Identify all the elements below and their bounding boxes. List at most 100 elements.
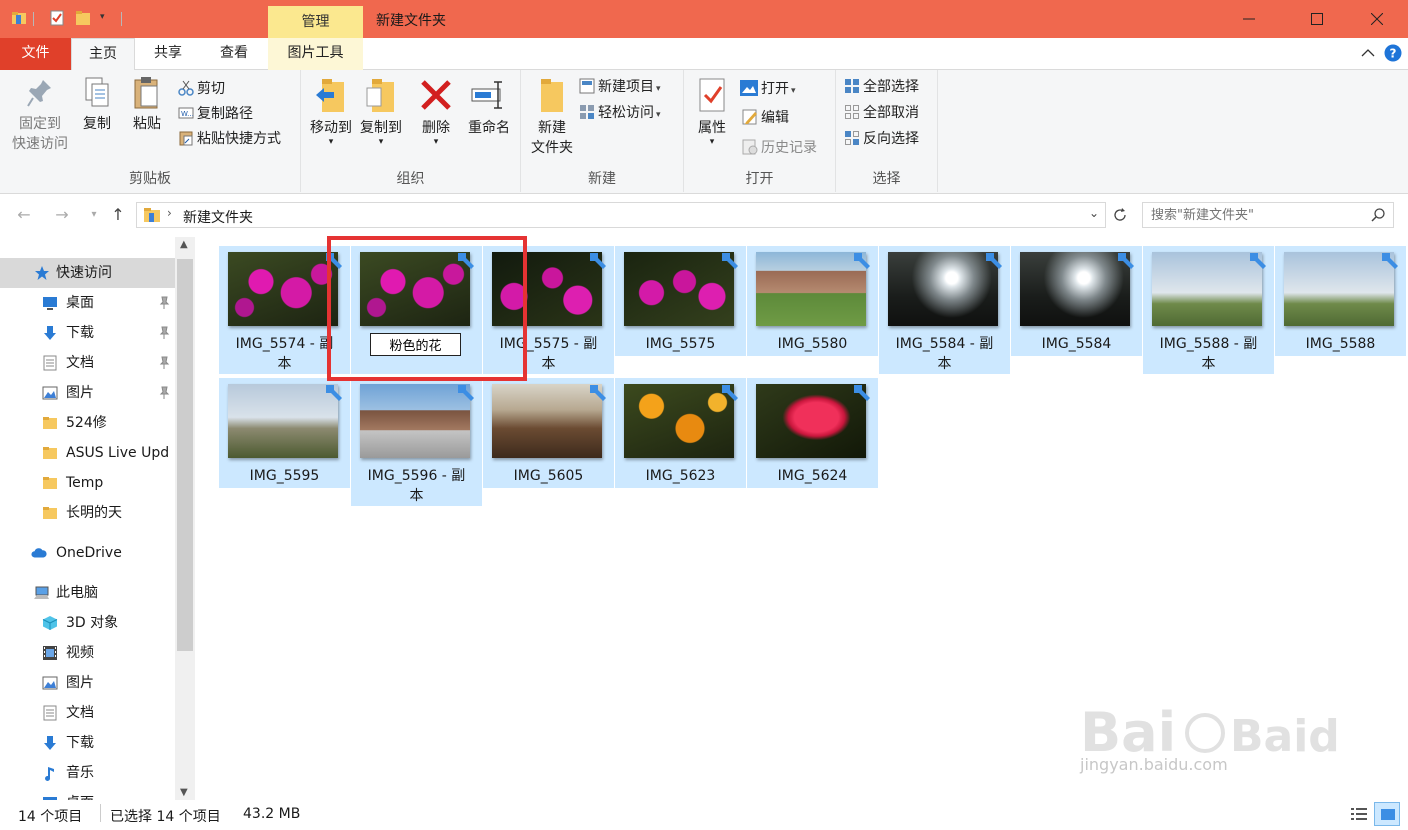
cut-button[interactable]: 剪切 xyxy=(178,78,225,100)
file-tile[interactable]: IMG_5596 - 副本 xyxy=(351,378,482,506)
open-button[interactable]: 打开 ▾ xyxy=(740,78,796,100)
back-arrow-icon[interactable]: ← xyxy=(14,205,34,225)
search-icon[interactable] xyxy=(1371,208,1385,222)
tab-file[interactable]: 文件 xyxy=(0,38,71,70)
file-tile[interactable]: IMG_5588 xyxy=(1275,246,1406,356)
address-dropdown-icon[interactable]: ⌄ xyxy=(1089,206,1099,220)
rename-button[interactable]: 重命名 xyxy=(463,76,515,138)
copy-path-label: 复制路径 xyxy=(197,106,253,122)
file-tile[interactable]: IMG_5584 - 副本 xyxy=(879,246,1010,374)
breadcrumb-current[interactable]: 新建文件夹 xyxy=(183,207,253,227)
group-label-select: 选择 xyxy=(872,171,901,187)
copy-button[interactable]: 复制 xyxy=(76,76,118,134)
scroll-up-icon[interactable]: ▲ xyxy=(180,239,188,250)
3d-objects-icon xyxy=(42,616,58,630)
nav-item-desktop[interactable]: 桌面 xyxy=(0,788,175,800)
nav-item-folder[interactable]: 长明的天 xyxy=(0,498,175,528)
new-item-button[interactable]: 新建项目 ▾ xyxy=(579,76,661,98)
easy-access-icon xyxy=(580,105,594,119)
nav-onedrive[interactable]: OneDrive xyxy=(0,538,175,568)
svg-text:?: ? xyxy=(1390,47,1397,61)
nav-item-pictures[interactable]: 图片 xyxy=(0,668,175,698)
large-icons-view-icon[interactable] xyxy=(1374,802,1400,826)
recent-locations-icon[interactable]: ▾ xyxy=(84,205,104,225)
paste-button[interactable]: 粘贴 xyxy=(126,76,168,134)
file-tile[interactable]: IMG_5584 xyxy=(1011,246,1142,356)
file-tile[interactable]: IMG_5580 xyxy=(747,246,878,356)
nav-item-documents[interactable]: 文档 xyxy=(0,698,175,728)
nav-item-video[interactable]: 视频 xyxy=(0,638,175,668)
file-tile[interactable]: IMG_5588 - 副本 xyxy=(1143,246,1274,374)
nav-item-downloads[interactable]: 下载 xyxy=(0,728,175,758)
context-tab-manage[interactable]: 管理 xyxy=(268,6,363,38)
scrollbar-thumb[interactable] xyxy=(177,259,193,651)
computer-icon xyxy=(34,586,49,599)
minimize-button[interactable] xyxy=(1226,0,1272,38)
nav-item-downloads[interactable]: 下载 xyxy=(0,318,175,348)
file-tile[interactable]: IMG_5624 xyxy=(747,378,878,488)
tab-view[interactable]: 查看 xyxy=(201,38,267,70)
file-tile[interactable]: IMG_5595 xyxy=(219,378,350,488)
move-to-caret-icon: ▾ xyxy=(328,137,334,147)
nav-item-folder[interactable]: 524修 xyxy=(0,408,175,438)
help-icon[interactable]: ? xyxy=(1384,44,1402,62)
search-box[interactable] xyxy=(1142,202,1394,228)
forward-arrow-icon[interactable]: → xyxy=(52,205,72,225)
details-view-icon[interactable] xyxy=(1350,806,1368,826)
edit-button[interactable]: 编辑 xyxy=(742,107,789,129)
nav-scrollbar[interactable]: ▲ ▼ xyxy=(175,237,195,800)
address-bar[interactable]: › 新建文件夹 ⌄ xyxy=(136,202,1106,228)
nav-item-label: 长明的天 xyxy=(66,505,122,521)
selected-badge-icon xyxy=(326,385,342,401)
tab-picture-tools[interactable]: 图片工具 xyxy=(268,38,363,70)
tab-home[interactable]: 主页 xyxy=(71,38,135,71)
svg-text:Baidu经验: Baidu经验 xyxy=(1230,711,1340,762)
history-button[interactable]: 历史记录 xyxy=(742,137,817,159)
nav-this-pc[interactable]: 此电脑 xyxy=(0,578,175,608)
file-tile[interactable]: IMG_5575 xyxy=(615,246,746,356)
scroll-down-icon[interactable]: ▼ xyxy=(180,787,188,798)
pin-icon xyxy=(159,386,170,399)
close-button[interactable] xyxy=(1354,0,1400,38)
file-tile[interactable]: IMG_5605 xyxy=(483,378,614,488)
search-input[interactable] xyxy=(1151,206,1371,224)
document-icon xyxy=(43,705,57,721)
nav-item-3d-objects[interactable]: 3D 对象 xyxy=(0,608,175,638)
pin-to-quick-access-button[interactable]: 固定到 快速访问 xyxy=(8,76,72,154)
select-all-button[interactable]: 全部选择 xyxy=(844,76,919,98)
delete-button[interactable]: 删除 ▾ xyxy=(415,76,457,147)
pin-icon xyxy=(159,356,170,369)
ribbon: 固定到 快速访问 复制 粘贴 剪切 W... 复制路径 粘贴快捷方式 剪贴板 移… xyxy=(0,70,1408,194)
nav-item-desktop[interactable]: 桌面 xyxy=(0,288,175,318)
up-arrow-icon[interactable]: ↑ xyxy=(108,205,128,225)
select-all-label: 全部选择 xyxy=(863,79,919,95)
new-folder-qat-icon[interactable] xyxy=(75,10,91,26)
select-none-button[interactable]: 全部取消 xyxy=(844,102,919,124)
nav-item-folder[interactable]: ASUS Live Upd xyxy=(0,438,175,468)
move-to-button[interactable]: 移动到 ▾ xyxy=(305,76,357,147)
tab-share[interactable]: 共享 xyxy=(135,38,201,70)
group-clipboard: 固定到 快速访问 复制 粘贴 剪切 W... 复制路径 粘贴快捷方式 剪贴板 xyxy=(0,70,301,192)
properties-qat-icon[interactable] xyxy=(49,10,65,26)
refresh-icon[interactable] xyxy=(1112,207,1128,223)
thumbnail-pink-flowers xyxy=(228,252,338,326)
new-folder-label-line1: 新建 xyxy=(538,120,566,136)
easy-access-button[interactable]: 轻松访问 ▾ xyxy=(579,102,661,124)
nav-item-pictures[interactable]: 图片 xyxy=(0,378,175,408)
file-tile[interactable]: IMG_5623 xyxy=(615,378,746,488)
properties-button[interactable]: 属性 ▾ xyxy=(690,76,734,147)
delete-label: 删除 xyxy=(422,120,450,136)
copy-path-button[interactable]: W... 复制路径 xyxy=(178,103,253,125)
new-folder-button[interactable]: 新建 文件夹 xyxy=(525,76,579,158)
copy-to-button[interactable]: 复制到 ▾ xyxy=(355,76,407,147)
nav-item-folder[interactable]: Temp xyxy=(0,468,175,498)
nav-item-documents[interactable]: 文档 xyxy=(0,348,175,378)
invert-selection-button[interactable]: 反向选择 xyxy=(844,128,919,150)
maximize-button[interactable] xyxy=(1294,0,1340,38)
nav-quick-access[interactable]: 快速访问 xyxy=(0,258,175,288)
paste-shortcut-button[interactable]: 粘贴快捷方式 xyxy=(178,128,281,150)
qat-customize-icon[interactable]: ▾ xyxy=(100,12,105,22)
collapse-ribbon-icon[interactable] xyxy=(1361,48,1375,58)
nav-item-music[interactable]: 音乐 xyxy=(0,758,175,788)
thumbnail-field-sky xyxy=(1152,252,1262,326)
